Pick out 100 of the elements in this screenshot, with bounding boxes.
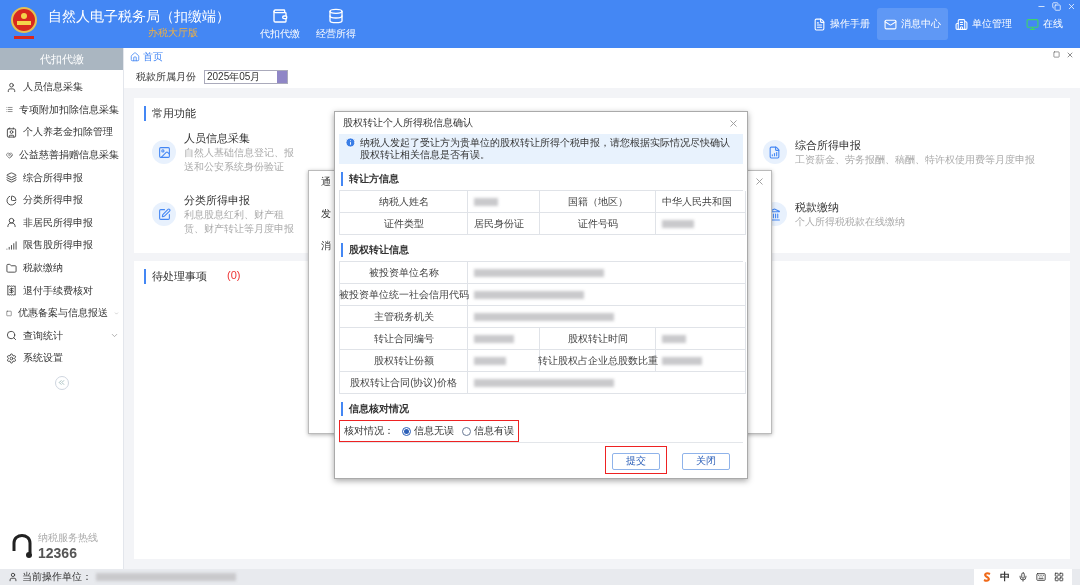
settings-icon xyxy=(6,352,17,364)
function-description: 个人所得税税款在线缴纳 xyxy=(794,214,905,229)
field-label: 转让股权占企业总股数比重 xyxy=(540,350,656,372)
field-label: 股权转让时间 xyxy=(540,328,656,350)
redacted-value xyxy=(662,219,694,228)
radio-option[interactable]: 信息无误 xyxy=(402,424,454,438)
function-description: 工资薪金、劳务报酬、稿酬、特许权使用费等月度申报 xyxy=(794,152,1035,167)
sidebar-item[interactable]: 专项附加扣除信息采集 xyxy=(0,98,123,122)
building-icon xyxy=(955,17,968,31)
close-icon[interactable] xyxy=(1066,51,1074,59)
hotline-number: 12366 xyxy=(38,545,78,561)
section-title: 转让方信息 xyxy=(341,172,741,186)
mail-icon xyxy=(884,17,897,31)
dialog-button[interactable]: 提交 xyxy=(612,452,660,470)
function-title: 分类所得申报 xyxy=(184,192,251,208)
field-label: 股权转让份额 xyxy=(340,350,468,372)
redacted-value xyxy=(474,334,514,343)
function-description: 利息股息红利、财产租赁、财产转让等月度申报 xyxy=(184,207,295,236)
redacted-value xyxy=(474,197,498,206)
edition-label: 办税大厅版 xyxy=(148,26,199,40)
dialog-title: 通 xyxy=(321,175,331,189)
function-title: 税款缴纳 xyxy=(794,199,840,215)
field-label: 被投资单位名称 xyxy=(340,262,468,284)
person-icon xyxy=(6,81,17,93)
notice-text: 纳税人发起了受让方为贵单位的股权转让所得个税申报，请您根据实际情况尽快确认股权转让相关信息是否有误。 xyxy=(360,137,731,161)
redacted-value xyxy=(662,334,686,343)
redacted-value xyxy=(662,356,702,365)
image-card-icon xyxy=(157,145,171,159)
close-icon[interactable] xyxy=(754,176,765,187)
sidebar-item[interactable]: 优惠备案与信息报送 xyxy=(0,301,123,325)
field-label: 转让合同编号 xyxy=(340,328,468,350)
microphone-icon[interactable] xyxy=(1018,572,1028,582)
home-icon xyxy=(130,52,140,62)
section-title: 常用功能 xyxy=(152,106,196,121)
wallet-icon xyxy=(272,7,288,24)
emblem-logo xyxy=(10,6,38,42)
section-title: 股权转让信息 xyxy=(341,243,741,257)
document-icon xyxy=(813,17,826,31)
person-icon xyxy=(6,217,17,229)
dialog-title: 股权转让个人所得税信息确认 xyxy=(343,116,473,130)
double-chevron-icon xyxy=(57,378,66,388)
id-card-icon xyxy=(6,127,17,138)
radio-option[interactable]: 信息有误 xyxy=(462,424,514,438)
sogou-logo-icon xyxy=(982,572,992,582)
breadcrumb-link[interactable]: 首页 xyxy=(143,50,163,64)
sidebar-item[interactable]: 系统设置 xyxy=(0,347,123,370)
field-label: 发 xyxy=(321,207,331,221)
field-value: 居民身份证 xyxy=(468,213,540,235)
bar-chart-icon xyxy=(6,239,17,251)
field-label: 被投资单位统一社会信用代码 xyxy=(340,284,468,306)
function-title: 人员信息采集 xyxy=(184,130,251,146)
field-value: 中华人民共和国 xyxy=(656,191,746,213)
sidebar-item[interactable]: 综合所得申报 xyxy=(0,166,123,189)
function-title: 综合所得申报 xyxy=(794,137,862,153)
field-label: 国籍（地区） xyxy=(540,191,656,213)
field-label: 主管税务机关 xyxy=(340,306,468,328)
sidebar-item[interactable]: 退付手续费核对 xyxy=(0,279,123,302)
field-label: 纳税人姓名 xyxy=(340,191,468,213)
info-icon xyxy=(345,137,356,148)
sidebar-item[interactable]: 限售股所得申报 xyxy=(0,234,123,257)
restore-icon[interactable] xyxy=(1052,2,1061,11)
sidebar-title: 代扣代缴 xyxy=(0,48,123,70)
field-label: 消 xyxy=(321,239,331,253)
hotline-caption: 纳税服务热线 xyxy=(38,531,98,545)
month-label: 税款所属月份 xyxy=(136,70,196,84)
sidebar-item[interactable]: 人员信息采集 xyxy=(0,76,123,99)
close-icon[interactable] xyxy=(728,117,739,129)
app-title: 自然人电子税务局（扣缴端） xyxy=(48,8,230,26)
grid-icon[interactable] xyxy=(1054,572,1064,582)
monitor-icon xyxy=(1026,17,1039,31)
edit-icon xyxy=(157,207,171,221)
function-card[interactable]: 综合所得申报 工资薪金、劳务报酬、稿酬、特许权使用费等月度申报 xyxy=(754,121,1060,183)
dialog-button[interactable]: 关闭 xyxy=(682,452,730,470)
sidebar-item[interactable]: 个人养老金扣除管理 xyxy=(0,121,123,144)
field-label: 股权转让合同(协议)价格 xyxy=(340,372,468,394)
field-label: 证件号码 xyxy=(540,213,656,235)
pie-chart-icon xyxy=(6,194,17,206)
maximize-icon[interactable] xyxy=(1053,51,1060,58)
redacted-value xyxy=(474,356,506,365)
coins-icon xyxy=(328,7,344,24)
folder-icon xyxy=(6,262,17,274)
sidebar-item[interactable]: 公益慈善捐赠信息采集 xyxy=(0,143,123,167)
search-icon xyxy=(6,330,17,342)
section-title: 信息核对情况 xyxy=(341,402,741,416)
month-select[interactable]: 2025年05月 xyxy=(204,70,288,84)
ime-mode[interactable]: 中 xyxy=(1000,570,1010,584)
layers-icon xyxy=(6,172,17,184)
sidebar-item[interactable]: 非居民所得申报 xyxy=(0,211,123,235)
document-icon xyxy=(768,145,782,159)
sidebar-item[interactable]: 分类所得申报 xyxy=(0,188,123,212)
keyboard-icon[interactable] xyxy=(1036,572,1046,582)
function-description: 自然人基础信息登记、报送和公安系统身份验证 xyxy=(184,145,295,174)
receipt-icon xyxy=(6,285,17,297)
person-icon xyxy=(8,572,18,582)
sidebar-item[interactable]: 税款缴纳 xyxy=(0,256,123,280)
verification-label: 核对情况： xyxy=(344,424,394,438)
pending-count: (0) xyxy=(227,269,241,283)
field-label: 证件类型 xyxy=(340,213,468,235)
sidebar-item[interactable]: 查询统计 xyxy=(0,324,123,348)
section-title: 待处理事项 xyxy=(152,269,207,284)
